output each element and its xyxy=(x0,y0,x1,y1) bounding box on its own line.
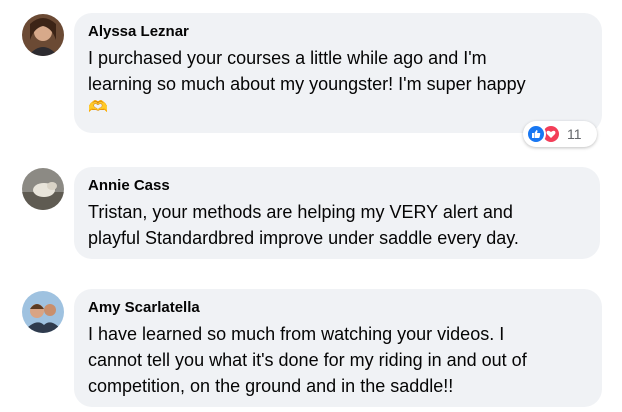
comment-text-line: competition, on the ground and in the sa… xyxy=(88,376,454,396)
reaction-count: 11 xyxy=(567,126,582,142)
author-name[interactable]: Alyssa Leznar xyxy=(88,23,588,41)
comment-text-line: cannot tell you what it's done for my ri… xyxy=(88,350,527,370)
comment-amy: Amy Scarlatella I have learned so much f… xyxy=(0,280,622,412)
comment-annie: Annie Cass Tristan, your methods are hel… xyxy=(0,160,622,270)
avatar[interactable] xyxy=(22,14,64,56)
avatar[interactable] xyxy=(22,168,64,210)
author-name[interactable]: Annie Cass xyxy=(88,177,586,195)
heart-hands-emoji: 🫶 xyxy=(88,99,108,116)
author-name[interactable]: Amy Scarlatella xyxy=(88,299,588,317)
comment-text-line: learning so much about my youngster! I'm… xyxy=(88,74,526,94)
avatar[interactable] xyxy=(22,291,64,333)
comment-alyssa: Alyssa Leznar I purchased your courses a… xyxy=(0,0,622,150)
comment-bubble: Alyssa Leznar I purchased your courses a… xyxy=(74,13,602,133)
comment-text-line: playful Standardbred improve under saddl… xyxy=(88,228,519,248)
reaction-summary[interactable]: 11 xyxy=(523,121,597,147)
comment-bubble: Annie Cass Tristan, your methods are hel… xyxy=(74,167,600,259)
comment-text-line: I purchased your courses a little while … xyxy=(88,48,487,68)
like-icon xyxy=(526,124,546,144)
comment-text-line: Tristan, your methods are helping my VER… xyxy=(88,202,513,222)
comment-bubble: Amy Scarlatella I have learned so much f… xyxy=(74,289,602,407)
comment-text-line: I have learned so much from watching you… xyxy=(88,324,505,344)
